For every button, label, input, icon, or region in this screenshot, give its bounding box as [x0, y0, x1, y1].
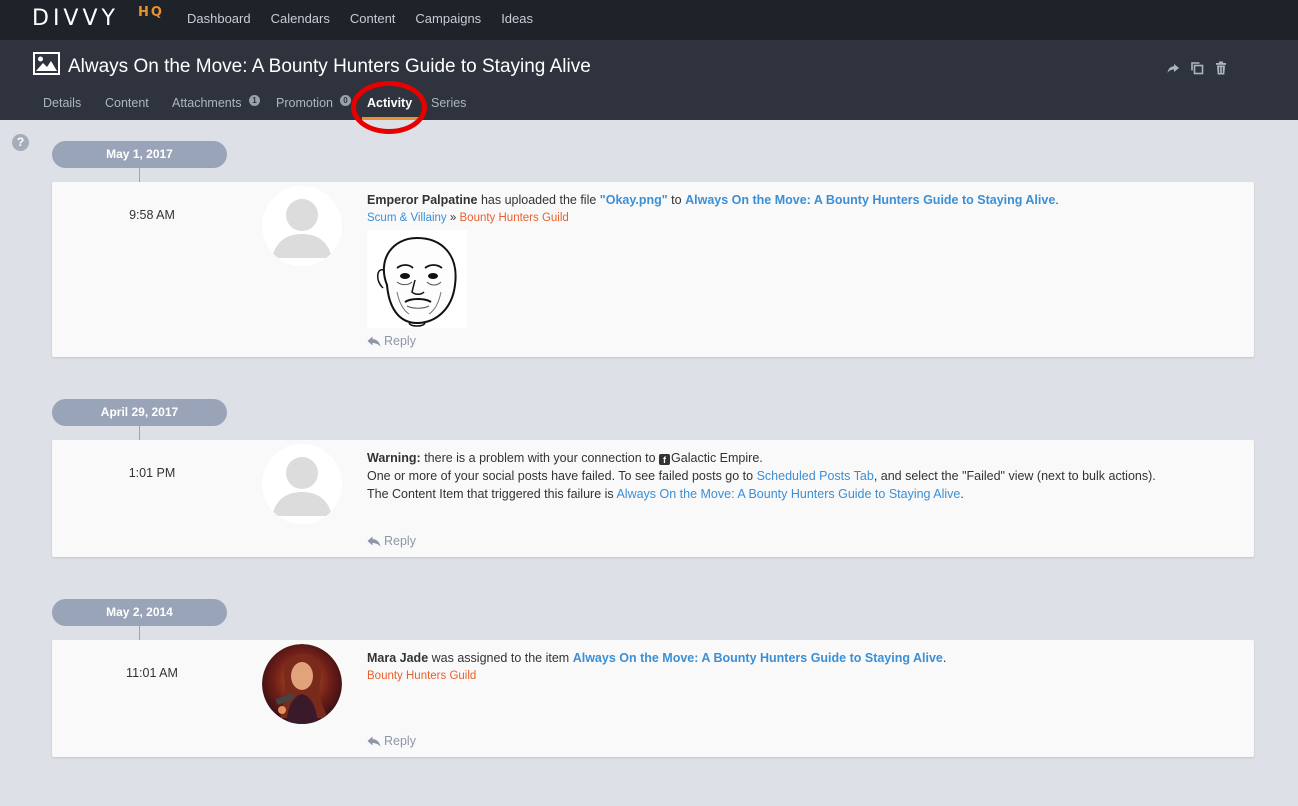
main-nav: Dashboard Calendars Content Campaigns Id…: [187, 11, 533, 26]
trash-icon[interactable]: [1214, 61, 1228, 75]
default-avatar-icon: [262, 444, 342, 524]
social-network-name: Galactic Empire.: [671, 451, 763, 465]
timeline-connector: [139, 626, 140, 640]
date-pill: May 1, 2017: [52, 141, 227, 168]
tab-content[interactable]: Content: [105, 96, 149, 110]
nav-campaigns[interactable]: Campaigns: [415, 11, 481, 26]
scheduled-posts-link[interactable]: Scheduled Posts Tab: [757, 469, 874, 483]
promotion-count-badge: 0: [340, 95, 351, 106]
warning-label: Warning:: [367, 451, 421, 465]
file-link[interactable]: "Okay.png": [600, 193, 668, 207]
reply-icon: [367, 336, 381, 346]
activity-card: 11:01 AM Mara Jade was assigned to the i…: [52, 640, 1254, 757]
tab-series[interactable]: Series: [431, 96, 466, 110]
default-avatar-icon: [262, 186, 342, 266]
group-link[interactable]: Bounty Hunters Guild: [367, 670, 476, 682]
image-icon: [33, 52, 60, 75]
tab-details[interactable]: Details: [43, 96, 81, 110]
avatar: [262, 186, 342, 266]
nav-calendars[interactable]: Calendars: [271, 11, 330, 26]
activity-time: 1:01 PM: [128, 466, 176, 480]
content-item-link[interactable]: Always On the Move: A Bounty Hunters Gui…: [616, 487, 960, 501]
attachments-count-badge: 1: [249, 95, 260, 106]
facebook-icon: f: [659, 454, 671, 465]
help-icon[interactable]: ?: [12, 134, 29, 151]
actor-name[interactable]: Mara Jade: [367, 651, 428, 665]
nav-content[interactable]: Content: [350, 11, 396, 26]
content-item-link[interactable]: Always On the Move: A Bounty Hunters Gui…: [685, 193, 1055, 207]
end-punctuation: .: [960, 487, 964, 501]
activity-action: was assigned to the item: [431, 651, 570, 665]
copy-icon[interactable]: [1190, 61, 1204, 75]
page-title: Always On the Move: A Bounty Hunters Gui…: [68, 56, 591, 77]
top-navbar: DIVVY HQ Dashboard Calendars Content Cam…: [0, 0, 1298, 40]
failure-message: One or more of your social posts have fa…: [367, 469, 754, 483]
reply-link[interactable]: Reply: [367, 734, 416, 748]
end-punctuation: .: [942, 651, 947, 665]
okay-face-image: [367, 230, 467, 328]
activity-content: Emperor Palpatine has uploaded the file …: [367, 191, 1234, 227]
reply-label: Reply: [384, 534, 416, 548]
nav-ideas[interactable]: Ideas: [501, 11, 533, 26]
group-link[interactable]: Bounty Hunters Guild: [460, 212, 569, 224]
avatar: [262, 444, 342, 524]
profile-photo: [262, 644, 342, 724]
reply-link[interactable]: Reply: [367, 534, 416, 548]
active-tab-indicator: [362, 117, 421, 120]
activity-card: 1:01 PM Warning: there is a problem with…: [52, 440, 1254, 557]
tab-attachments[interactable]: Attachments: [172, 96, 241, 110]
reply-link[interactable]: Reply: [367, 334, 416, 348]
logo-suffix: HQ: [138, 5, 164, 20]
activity-action: has uploaded the file: [480, 193, 597, 207]
timeline-connector: [139, 426, 140, 440]
tab-activity[interactable]: Activity: [367, 96, 412, 110]
connector-text: to: [671, 193, 682, 207]
timeline-connector: [139, 168, 140, 182]
end-punctuation: .: [1055, 193, 1059, 207]
activity-content: Mara Jade was assigned to the item Alway…: [367, 649, 1234, 685]
activity-time: 9:58 AM: [129, 208, 175, 222]
trigger-message: The Content Item that triggered this fai…: [367, 487, 614, 501]
uploaded-image-thumbnail[interactable]: [367, 230, 467, 328]
activity-time: 11:01 AM: [126, 666, 178, 680]
date-pill: May 2, 2014: [52, 599, 227, 626]
share-icon[interactable]: [1166, 61, 1180, 75]
header-actions: [1166, 61, 1228, 75]
failure-instructions: , and select the "Failed" view (next to …: [873, 469, 1156, 483]
calendar-link[interactable]: Scum & Villainy: [367, 212, 447, 224]
warning-text: there is a problem with your connection …: [424, 451, 656, 465]
tab-promotion[interactable]: Promotion: [276, 96, 333, 110]
date-pill: April 29, 2017: [52, 399, 227, 426]
reply-icon: [367, 736, 381, 746]
actor-name[interactable]: Emperor Palpatine: [367, 193, 477, 207]
reply-icon: [367, 536, 381, 546]
content-item-link[interactable]: Always On the Move: A Bounty Hunters Gui…: [573, 651, 943, 665]
reply-label: Reply: [384, 334, 416, 348]
activity-content: Warning: there is a problem with your co…: [367, 449, 1234, 503]
breadcrumb-separator: »: [449, 212, 457, 224]
content-header: Always On the Move: A Bounty Hunters Gui…: [0, 40, 1298, 120]
activity-card: 9:58 AM Emperor Palpatine has uploaded t…: [52, 182, 1254, 357]
logo[interactable]: DIVVY: [32, 6, 119, 31]
user-avatar-photo[interactable]: [262, 644, 342, 724]
reply-label: Reply: [384, 734, 416, 748]
nav-dashboard[interactable]: Dashboard: [187, 11, 251, 26]
